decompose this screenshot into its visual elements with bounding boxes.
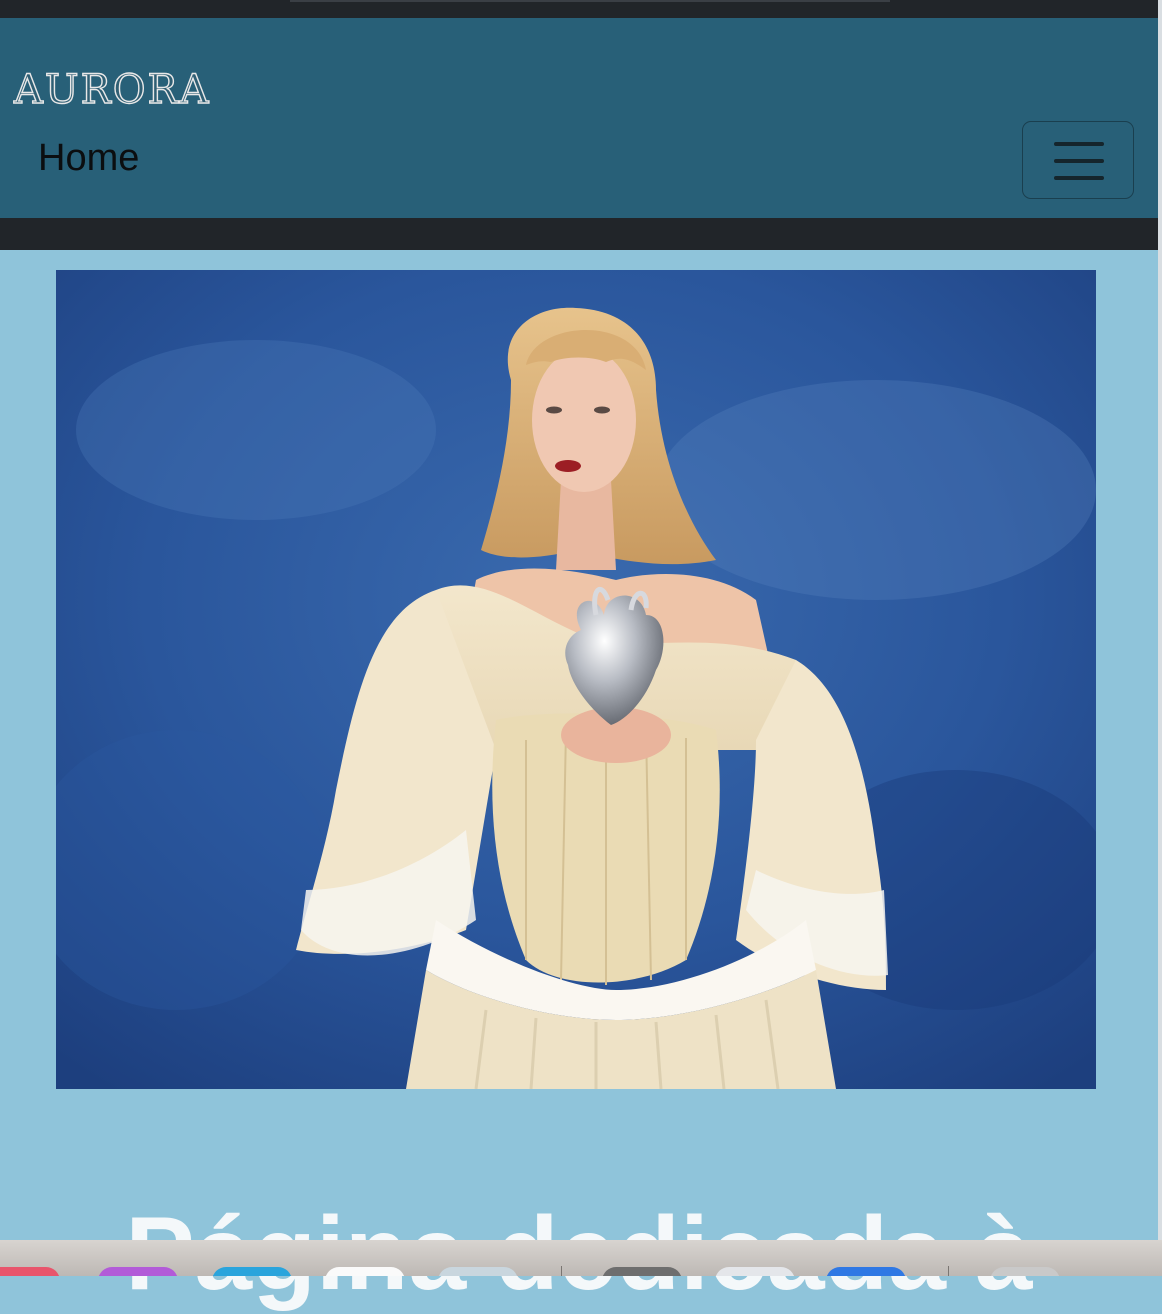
blue-app-icon-2[interactable] bbox=[826, 1267, 906, 1276]
dock-separator bbox=[948, 1266, 949, 1276]
window-app-icon[interactable] bbox=[715, 1267, 795, 1276]
blue-app-icon[interactable] bbox=[212, 1267, 292, 1276]
gray-app-icon[interactable] bbox=[602, 1267, 682, 1276]
tab-divider bbox=[290, 0, 590, 2]
nav-link-home[interactable]: Home bbox=[38, 137, 139, 180]
light-app-icon[interactable] bbox=[438, 1267, 518, 1276]
browser-top-strip bbox=[0, 0, 1158, 18]
silver-app-icon[interactable] bbox=[990, 1267, 1060, 1276]
os-dock bbox=[0, 1240, 1162, 1276]
red-app-icon[interactable] bbox=[0, 1267, 60, 1276]
brand-logo[interactable]: AURORA bbox=[13, 69, 211, 110]
window-edge bbox=[1158, 0, 1162, 1240]
dock-separator bbox=[561, 1266, 562, 1276]
hero-image bbox=[56, 270, 1096, 1089]
navbar-toggler-button[interactable] bbox=[1022, 121, 1134, 199]
purple-app-icon[interactable] bbox=[98, 1267, 178, 1276]
tab-divider bbox=[590, 0, 890, 2]
navbar-bottom-band bbox=[0, 218, 1158, 250]
navbar: AURORA Home bbox=[0, 18, 1158, 218]
white-app-icon[interactable] bbox=[325, 1267, 405, 1276]
